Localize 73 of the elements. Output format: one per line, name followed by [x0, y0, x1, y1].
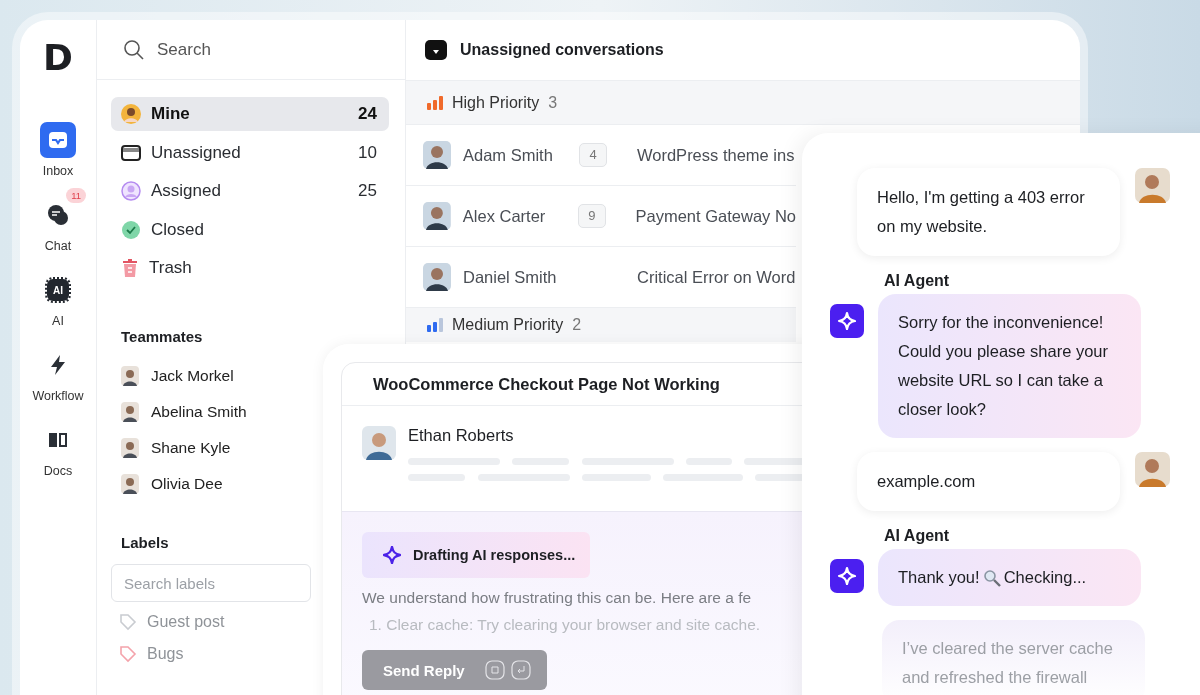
draft-text: We understand how frustrating this can be. Here are a fe — [362, 589, 753, 607]
priority-bars-icon — [427, 95, 443, 110]
panel-title: Unassigned conversations — [460, 41, 664, 59]
user-icon — [121, 181, 141, 201]
avatar-icon — [1135, 452, 1170, 487]
folder-item[interactable]: Unassigned 10 — [111, 135, 389, 170]
folder-item[interactable]: Assigned 25 — [111, 174, 389, 208]
rail-label: Inbox — [42, 164, 74, 178]
magnifier-icon — [982, 568, 1001, 587]
conversation-row[interactable]: Alex Carter 9 Payment Gateway No — [406, 186, 796, 247]
search-field[interactable]: Search — [155, 38, 359, 61]
avatar-icon — [121, 366, 139, 386]
count-badge: 11 — [66, 188, 86, 203]
search-icon — [123, 38, 145, 61]
folder-item[interactable]: Trash — [111, 251, 389, 285]
avatar-icon — [423, 141, 451, 169]
avatar-icon — [362, 426, 396, 460]
chat-bubble: example.com — [857, 452, 1120, 511]
section-title: Teammates — [121, 328, 203, 345]
chat-bubble: Hello, I'm getting a 403 error on my website. — [857, 168, 1120, 256]
lightning-icon — [49, 354, 67, 376]
avatar-icon — [121, 104, 141, 124]
chat-bubble: Sorry for the inconvenience! Could you please share your website URL so I can take a closer look? — [878, 294, 1141, 438]
unread-count: 9 — [577, 204, 606, 228]
enter-key-icon — [510, 660, 531, 680]
avatar-icon — [121, 474, 139, 494]
message-text: Checking... — [1003, 567, 1087, 588]
sender-name: AI Agent — [884, 527, 951, 545]
rail-label: Workflow — [32, 389, 84, 403]
inbox-icon — [424, 39, 448, 61]
rail-item[interactable]: Workflow — [27, 337, 89, 403]
rail-item[interactable]: Inbox — [27, 112, 89, 178]
teammate-item[interactable]: Jack Morkel — [121, 358, 234, 394]
section-title: Labels — [121, 534, 169, 551]
chat-icon — [46, 203, 70, 227]
author-name: Ethan Roberts — [408, 426, 515, 445]
inbox-icon — [47, 129, 69, 151]
priority-header[interactable]: High Priority 3 — [406, 81, 1080, 125]
inbox-icon — [121, 143, 141, 162]
rail-label: Chat — [44, 239, 72, 253]
unread-count: 4 — [579, 143, 607, 167]
folder-item[interactable]: Closed — [111, 212, 389, 247]
rail-item[interactable]: 11 Chat — [27, 187, 89, 253]
rail-item[interactable]: AI AI — [27, 262, 89, 328]
sparkle-icon — [830, 559, 864, 593]
teammate-item[interactable]: Olivia Dee — [121, 466, 223, 502]
conversation-row[interactable]: Adam Smith 4 WordPress theme ins — [406, 125, 796, 186]
folder-item[interactable]: Mine 24 — [111, 97, 389, 131]
avatar-icon — [1135, 168, 1170, 203]
avatar-icon — [423, 263, 451, 291]
avatar-icon — [121, 402, 139, 422]
rail-label: AI — [52, 314, 64, 328]
draft-step: 1. Clear cache: Try clearing your browser and site cache. — [369, 616, 842, 634]
rail-item[interactable]: Docs — [27, 412, 89, 478]
sparkle-icon — [830, 304, 864, 338]
check-icon — [121, 219, 141, 240]
message-text: Thank you! — [898, 567, 980, 588]
chip-icon: AI — [47, 279, 69, 301]
teammate-item[interactable]: Shane Kyle — [121, 430, 231, 466]
rail-label: Docs — [43, 464, 73, 478]
sparkle-icon — [383, 546, 401, 564]
search-field[interactable]: Search labels — [111, 564, 311, 602]
ai-status-badge: Drafting AI responses... — [362, 532, 591, 578]
avatar-icon — [423, 202, 451, 230]
avatar-icon — [121, 438, 139, 458]
logo: D — [43, 40, 73, 76]
priority-bars-icon — [427, 318, 443, 332]
trash-icon — [121, 258, 139, 278]
command-key-icon — [484, 660, 505, 680]
priority-header[interactable]: Medium Priority 2 — [406, 308, 796, 342]
teammate-item[interactable]: Abelina Smith — [121, 394, 247, 430]
book-icon — [47, 430, 69, 450]
sender-name: AI Agent — [884, 272, 951, 290]
